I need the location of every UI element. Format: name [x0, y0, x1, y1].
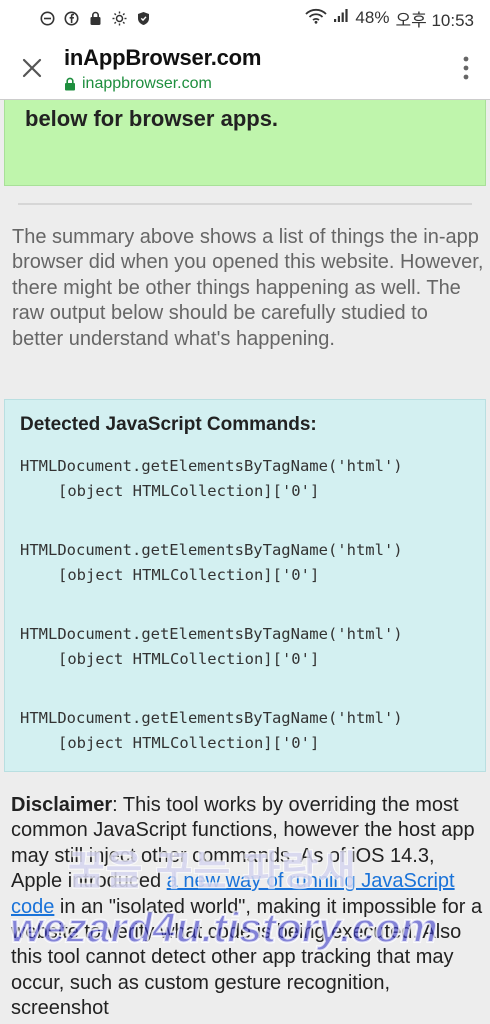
signal-icon [333, 8, 349, 28]
js-command-call: HTMLDocument.getElementsByTagName('html'… [20, 541, 403, 559]
lock-icon [88, 11, 103, 26]
disclaimer-paragraph: Disclaimer: This tool works by overridin… [11, 793, 483, 1022]
summary-box: below for browser apps. [4, 100, 486, 186]
js-command-item: HTMLDocument.getElementsByTagName('html'… [20, 454, 485, 504]
battery-percent: 48% [355, 8, 390, 27]
facebook-icon [64, 11, 79, 26]
summary-paragraph: The summary above shows a list of things… [12, 226, 484, 350]
js-command-item: HTMLDocument.getElementsByTagName('html'… [20, 538, 485, 588]
disclaimer-text-2: in an "isolated world", making it imposs… [11, 895, 483, 1020]
close-button[interactable] [0, 36, 64, 100]
js-commands-box: Detected JavaScript Commands: HTMLDocume… [4, 399, 486, 772]
divider [18, 203, 472, 205]
in-app-browser-header: inAppBrowser.com inappbrowser.com [0, 36, 490, 100]
disclaimer-label: Disclaimer [11, 794, 113, 816]
status-icons-right: 48% 오후 10:53 [305, 6, 474, 31]
wifi-icon [305, 8, 328, 29]
page-title: inAppBrowser.com [64, 44, 262, 70]
js-commands-heading: Detected JavaScript Commands: [20, 414, 317, 435]
status-bar: 48% 오후 10:53 [0, 0, 490, 36]
url-text: inappbrowser.com [82, 74, 212, 92]
brightness-icon [112, 11, 127, 26]
js-command-item: HTMLDocument.getElementsByTagName('html'… [20, 706, 485, 756]
js-command-value: [object HTMLCollection]['0'] [58, 566, 320, 584]
js-command-item: HTMLDocument.getElementsByTagName('html'… [20, 622, 485, 672]
js-command-value: [object HTMLCollection]['0'] [58, 650, 320, 668]
close-icon [22, 58, 42, 77]
status-icons-left [40, 11, 151, 26]
js-command-call: HTMLDocument.getElementsByTagName('html'… [20, 625, 403, 643]
clock: 오후 10:53 [395, 10, 474, 30]
url-display[interactable]: inappbrowser.com [64, 75, 442, 93]
header-titles: inAppBrowser.com inappbrowser.com [64, 43, 442, 93]
js-command-call: HTMLDocument.getElementsByTagName('html'… [20, 457, 403, 475]
overflow-menu-button[interactable] [442, 36, 490, 100]
js-command-value: [object HTMLCollection]['0'] [58, 734, 320, 752]
do-not-disturb-icon [40, 11, 55, 26]
summary-box-text: below for browser apps. [25, 106, 279, 131]
shield-icon [136, 11, 151, 26]
more-vertical-icon [463, 56, 469, 79]
js-command-call: HTMLDocument.getElementsByTagName('html'… [20, 709, 403, 727]
web-content[interactable]: below for browser apps. The summary abov… [0, 100, 490, 1024]
lock-icon [65, 77, 75, 90]
js-command-value: [object HTMLCollection]['0'] [58, 482, 320, 500]
